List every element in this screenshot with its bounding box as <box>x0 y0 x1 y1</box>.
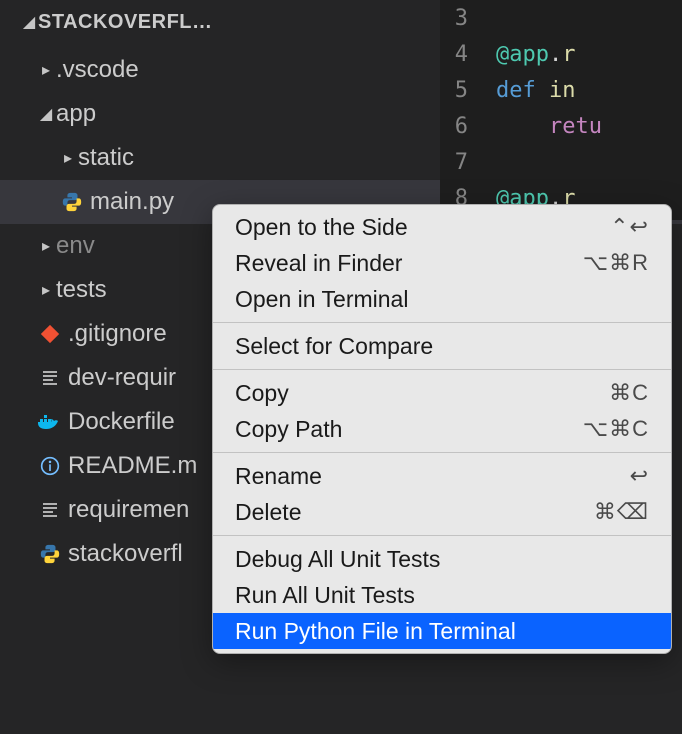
info-icon <box>36 456 64 476</box>
menu-item-shortcut: ⌥⌘R <box>583 250 649 276</box>
menu-item-run-all-unit-tests[interactable]: Run All Unit Tests <box>213 577 671 613</box>
menu-item-open-in-terminal[interactable]: Open in Terminal <box>213 281 671 317</box>
menu-item-label: Delete <box>235 499 594 526</box>
editor-line: 6 retu <box>440 108 682 144</box>
menu-separator <box>213 369 671 370</box>
menu-item-label: Rename <box>235 463 630 490</box>
menu-item-label: Copy <box>235 380 609 407</box>
menu-item-shortcut: ⌥⌘C <box>583 416 649 442</box>
tree-item-label: requiremen <box>68 496 189 524</box>
tree-item-label: main.py <box>90 188 174 216</box>
chevron-right-icon: ▸ <box>36 280 56 300</box>
line-number: 5 <box>440 78 496 103</box>
git-icon <box>36 324 64 344</box>
editor-line: 4@app.r <box>440 36 682 72</box>
text-icon <box>36 501 64 519</box>
python-icon <box>58 191 86 213</box>
docker-icon <box>36 413 64 431</box>
editor-line: 7 <box>440 144 682 180</box>
menu-separator <box>213 452 671 453</box>
chevron-right-icon: ▸ <box>58 148 78 168</box>
tree-item-label: .gitignore <box>68 320 167 348</box>
menu-item-reveal-in-finder[interactable]: Reveal in Finder⌥⌘R <box>213 245 671 281</box>
tree-item-label: README.m <box>68 452 197 480</box>
menu-item-delete[interactable]: Delete⌘⌫ <box>213 494 671 530</box>
code-content: def in <box>496 78 575 103</box>
chevron-right-icon: ▸ <box>36 60 56 80</box>
context-menu: Open to the Side⌃↩Reveal in Finder⌥⌘ROpe… <box>212 204 672 654</box>
tree-item-label: app <box>56 100 96 128</box>
python-icon <box>36 543 64 565</box>
menu-item-copy-path[interactable]: Copy Path⌥⌘C <box>213 411 671 447</box>
editor-line: 3 <box>440 0 682 36</box>
menu-item-run-python-file-in-terminal[interactable]: Run Python File in Terminal <box>213 613 671 649</box>
tree-item-label: .vscode <box>56 56 139 84</box>
menu-item-open-to-the-side[interactable]: Open to the Side⌃↩ <box>213 209 671 245</box>
code-content: retu <box>496 114 602 139</box>
code-content: @app.r <box>496 42 575 67</box>
tree-item-label: dev-requir <box>68 364 176 392</box>
menu-item-label: Run Python File in Terminal <box>235 618 649 645</box>
chevron-right-icon: ▸ <box>36 236 56 256</box>
menu-item-shortcut: ↩ <box>630 463 649 489</box>
menu-item-rename[interactable]: Rename↩ <box>213 458 671 494</box>
line-number: 7 <box>440 150 496 175</box>
text-icon <box>36 369 64 387</box>
menu-item-label: Debug All Unit Tests <box>235 546 649 573</box>
menu-separator <box>213 322 671 323</box>
menu-item-label: Reveal in Finder <box>235 250 583 277</box>
editor-line: 5def in <box>440 72 682 108</box>
menu-item-shortcut: ⌘⌫ <box>594 499 649 525</box>
editor-preview: 34@app.r5def in6 retu78@app.r <box>440 0 682 220</box>
line-number: 4 <box>440 42 496 67</box>
menu-item-debug-all-unit-tests[interactable]: Debug All Unit Tests <box>213 541 671 577</box>
tree-item-label: tests <box>56 276 107 304</box>
menu-separator <box>213 535 671 536</box>
menu-item-label: Open in Terminal <box>235 286 649 313</box>
menu-item-label: Run All Unit Tests <box>235 582 649 609</box>
line-number: 6 <box>440 114 496 139</box>
chevron-down-icon[interactable]: ◢ <box>20 12 38 32</box>
menu-item-label: Copy Path <box>235 416 583 443</box>
tree-item-label: env <box>56 232 95 260</box>
tree-item-label: stackoverfl <box>68 540 183 568</box>
menu-item-select-for-compare[interactable]: Select for Compare <box>213 328 671 364</box>
tree-item-label: static <box>78 144 134 172</box>
menu-item-copy[interactable]: Copy⌘C <box>213 375 671 411</box>
chevron-down-icon: ◢ <box>36 104 56 124</box>
menu-item-label: Open to the Side <box>235 214 610 241</box>
tree-item-label: Dockerfile <box>68 408 175 436</box>
menu-item-label: Select for Compare <box>235 333 649 360</box>
menu-item-shortcut: ⌃↩ <box>610 214 649 240</box>
line-number: 3 <box>440 6 496 31</box>
menu-item-shortcut: ⌘C <box>609 380 649 406</box>
